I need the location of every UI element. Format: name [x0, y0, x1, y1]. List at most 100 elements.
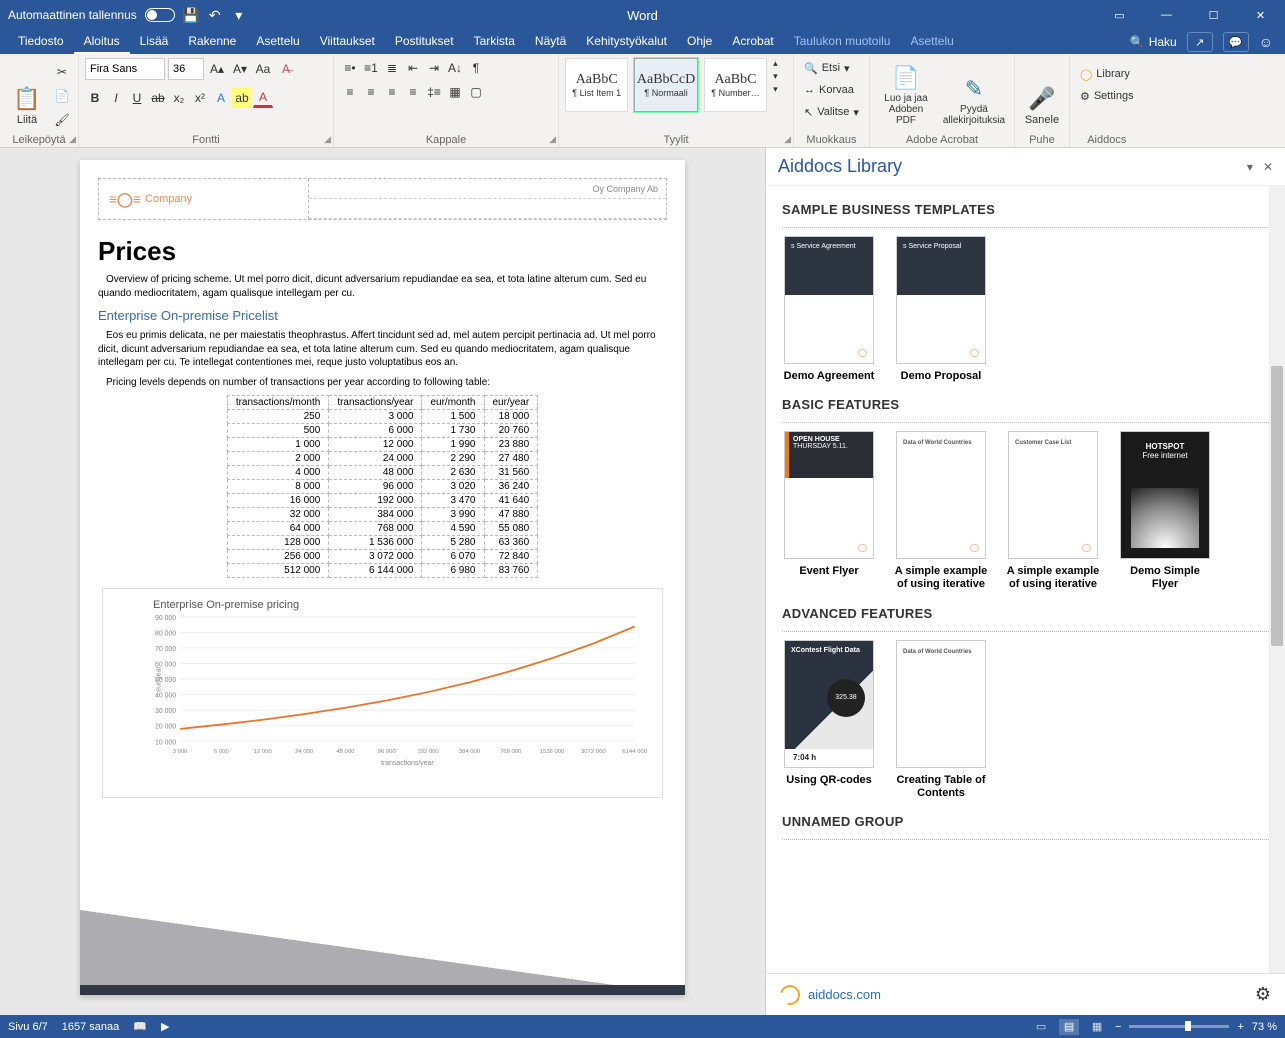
table-row[interactable]: 2 00024 0002 29027 480	[227, 452, 537, 466]
tab-aloitus[interactable]: Aloitus	[74, 30, 130, 54]
multilevel-icon[interactable]: ≣	[382, 58, 402, 78]
paste-button[interactable]: 📋 Liitä	[6, 58, 48, 128]
table-row[interactable]: 512 0006 144 0006 98083 760	[227, 564, 537, 578]
increase-indent-icon[interactable]: ⇥	[424, 58, 444, 78]
font-size-combo[interactable]	[168, 58, 204, 80]
ribbon-display-icon[interactable]: ▭	[1097, 0, 1142, 30]
document-area[interactable]: ≡◯≡ Company Oy Company Ab Prices Overvie…	[0, 148, 765, 1015]
show-marks-icon[interactable]: ¶	[466, 58, 486, 78]
share-button[interactable]: ↗	[1187, 32, 1213, 52]
template-card[interactable]: s Service Proposal◯ Demo Proposal	[894, 236, 988, 383]
style-option[interactable]: AaBbCcD¶ Normaali	[634, 58, 697, 112]
align-left-icon[interactable]: ≡	[340, 82, 360, 102]
autosave-toggle[interactable]	[145, 8, 175, 22]
tab-ohje[interactable]: Ohje	[677, 30, 722, 54]
strike-button[interactable]: ab	[148, 88, 168, 108]
smiley-icon[interactable]: ☺	[1259, 34, 1273, 50]
qat-customize-icon[interactable]: ▾	[231, 7, 247, 23]
template-card[interactable]: OPEN HOUSETHURSDAY 5.11.◯ Event Flyer	[782, 431, 876, 591]
line-spacing-icon[interactable]: ‡≡	[424, 82, 444, 102]
pane-body[interactable]: SAMPLE BUSINESS TEMPLATES s Service Agre…	[766, 186, 1285, 973]
aiddocs-settings-button[interactable]: ⚙Settings	[1076, 86, 1138, 106]
shading-icon[interactable]: ▦	[445, 82, 465, 102]
tab-asettelu[interactable]: Asettelu	[246, 30, 309, 54]
table-row[interactable]: 128 0001 536 0005 28063 360	[227, 536, 537, 550]
table-row[interactable]: 1 00012 0001 99023 880	[227, 438, 537, 452]
web-layout-icon[interactable]: ▦	[1087, 1019, 1107, 1035]
template-card[interactable]: Customer Case List◯ A simple example of …	[1006, 431, 1100, 591]
zoom-slider[interactable]	[1129, 1025, 1229, 1028]
pane-scrollbar[interactable]	[1269, 186, 1285, 973]
select-button[interactable]: ↖Valitse▾	[800, 102, 863, 122]
tab-asettelu[interactable]: Asettelu	[900, 30, 963, 54]
find-button[interactable]: 🔍Etsi▾	[800, 58, 854, 78]
underline-button[interactable]: U	[127, 88, 147, 108]
spellcheck-icon[interactable]: 📖	[133, 1020, 147, 1033]
read-mode-icon[interactable]: ▭	[1031, 1019, 1051, 1035]
tab-tarkista[interactable]: Tarkista	[464, 30, 525, 54]
comments-button[interactable]: 💬	[1223, 32, 1249, 52]
table-row[interactable]: 32 000384 0003 99047 880	[227, 508, 537, 522]
search-box[interactable]: 🔍 Haku	[1130, 35, 1177, 49]
italic-button[interactable]: I	[106, 88, 126, 108]
table-row[interactable]: 256 0003 072 0006 07072 840	[227, 550, 537, 564]
template-card[interactable]: XContest Flight Data325.387:04 h Using Q…	[782, 640, 876, 800]
tab-kehitystyökalut[interactable]: Kehitystyökalut	[576, 30, 677, 54]
borders-icon[interactable]: ▢	[466, 82, 486, 102]
table-row[interactable]: 4 00048 0002 63031 560	[227, 466, 537, 480]
replace-button[interactable]: ↔Korvaa	[800, 80, 858, 100]
bullets-icon[interactable]: ≡•	[340, 58, 360, 78]
highlight-icon[interactable]: ab	[232, 88, 252, 108]
print-layout-icon[interactable]: ▤	[1059, 1019, 1079, 1035]
aiddocs-library-button[interactable]: ◯Library	[1076, 64, 1134, 84]
dialog-launcher-icon[interactable]: ◢	[69, 134, 76, 145]
dictate-button[interactable]: 🎤 Sanele	[1021, 58, 1063, 128]
copy-icon[interactable]: 📄	[52, 86, 72, 106]
format-painter-icon[interactable]: 🖌	[52, 110, 72, 130]
maximize-button[interactable]: ☐	[1191, 0, 1236, 30]
numbering-icon[interactable]: ≡1	[361, 58, 381, 78]
style-option[interactable]: AaBbC¶ List Item 1	[565, 58, 628, 112]
table-row[interactable]: 2503 0001 50018 000	[227, 410, 537, 424]
shrink-font-icon[interactable]: A▾	[230, 59, 250, 79]
zoom-in-button[interactable]: +	[1237, 1021, 1243, 1033]
gear-icon[interactable]: ⚙	[1255, 984, 1271, 1005]
styles-more-button[interactable]: ▴▾▾	[773, 58, 787, 95]
undo-icon[interactable]: ↶	[207, 7, 223, 23]
macro-icon[interactable]: ▶	[161, 1020, 169, 1033]
tab-taulukon-muotoilu[interactable]: Taulukon muotoilu	[784, 30, 901, 54]
template-card[interactable]: s Service Agreement◯ Demo Agreement	[782, 236, 876, 383]
tab-rakenne[interactable]: Rakenne	[178, 30, 246, 54]
template-card[interactable]: Data of World Countries Creating Table o…	[894, 640, 988, 800]
dialog-launcher-icon[interactable]: ◢	[324, 134, 331, 145]
dialog-launcher-icon[interactable]: ◢	[549, 134, 556, 145]
zoom-out-button[interactable]: −	[1115, 1021, 1121, 1033]
tab-näytä[interactable]: Näytä	[525, 30, 576, 54]
create-pdf-button[interactable]: 📄 Luo ja jaa Adoben PDF	[876, 58, 936, 128]
align-right-icon[interactable]: ≡	[382, 82, 402, 102]
table-row[interactable]: 5006 0001 73020 760	[227, 424, 537, 438]
tab-lisää[interactable]: Lisää	[130, 30, 179, 54]
request-sign-button[interactable]: ✎ Pyydä allekirjoituksia	[940, 58, 1008, 128]
close-button[interactable]: ✕	[1238, 0, 1283, 30]
zoom-value[interactable]: 73 %	[1252, 1021, 1277, 1033]
style-option[interactable]: AaBbC¶ Number…	[704, 58, 767, 112]
sort-icon[interactable]: A↓	[445, 58, 465, 78]
clear-formatting-icon[interactable]: A̶	[276, 59, 296, 79]
bold-button[interactable]: B	[85, 88, 105, 108]
cut-icon[interactable]: ✂	[52, 62, 72, 82]
superscript-button[interactable]: x²	[190, 88, 210, 108]
table-row[interactable]: 16 000192 0003 47041 640	[227, 494, 537, 508]
font-color-icon[interactable]: A	[253, 88, 273, 108]
align-center-icon[interactable]: ≡	[361, 82, 381, 102]
pricing-table[interactable]: transactions/monthtransactions/yeareur/m…	[227, 395, 538, 578]
justify-icon[interactable]: ≡	[403, 82, 423, 102]
change-case-icon[interactable]: Aa	[253, 59, 273, 79]
save-icon[interactable]: 💾	[183, 7, 199, 23]
template-card[interactable]: Data of World Countries◯ A simple exampl…	[894, 431, 988, 591]
template-card[interactable]: HOTSPOTFree internet Demo Simple Flyer	[1118, 431, 1212, 591]
status-words[interactable]: 1657 sanaa	[62, 1021, 120, 1033]
close-icon[interactable]: ✕	[1263, 160, 1273, 174]
tab-acrobat[interactable]: Acrobat	[722, 30, 783, 54]
text-effects-icon[interactable]: A	[211, 88, 231, 108]
